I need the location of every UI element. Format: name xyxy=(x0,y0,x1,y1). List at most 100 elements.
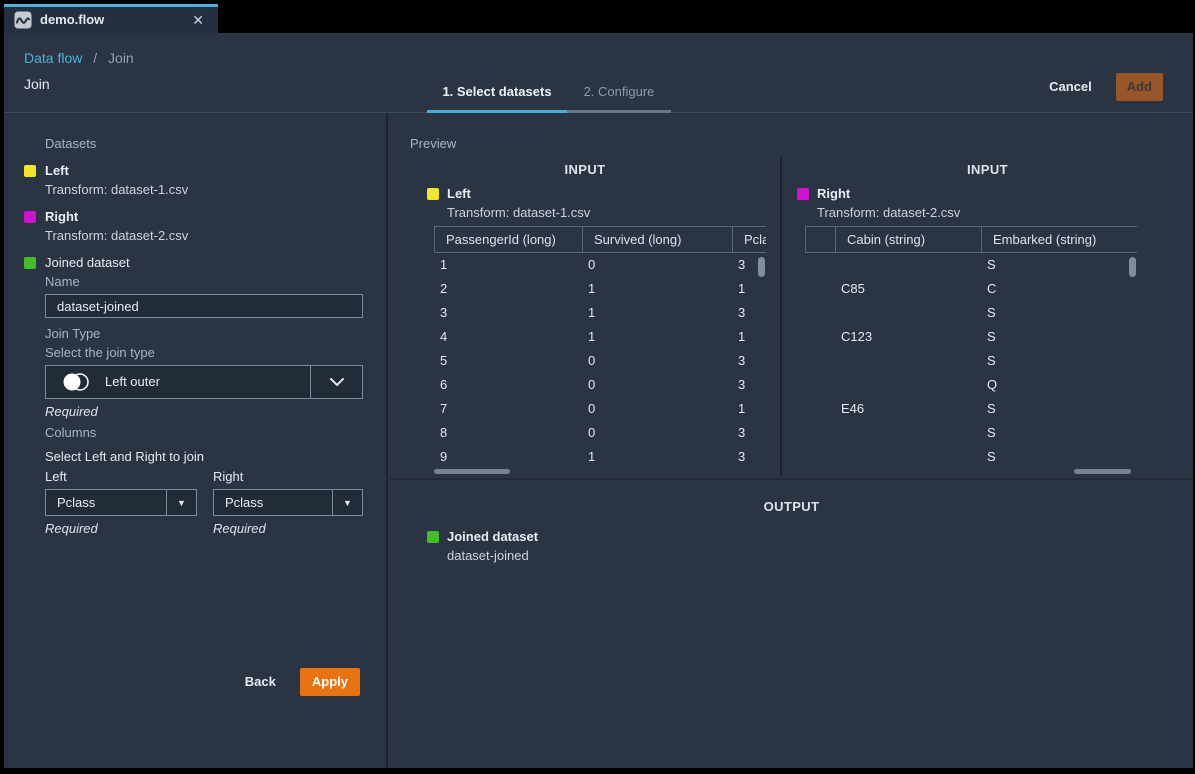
table-cell: 3 xyxy=(434,304,582,322)
table-cell: C123 xyxy=(835,328,981,346)
right-color-swatch-icon xyxy=(24,211,36,223)
dataset-left: Left xyxy=(45,162,366,180)
dropdown-triangle-icon[interactable]: ▼ xyxy=(332,490,362,515)
join-type-value: Left outer xyxy=(105,373,310,391)
table-cell: S xyxy=(981,448,1137,466)
cancel-button[interactable]: Cancel xyxy=(1049,78,1092,96)
add-button[interactable]: Add xyxy=(1116,73,1163,101)
table-cell: 1 xyxy=(582,448,732,466)
columns-section-label: Columns xyxy=(45,424,366,442)
table-row: 411 xyxy=(434,325,766,349)
back-button[interactable]: Back xyxy=(245,673,276,691)
table-cell: 1 xyxy=(732,400,766,418)
table-cell: E46 xyxy=(835,400,981,418)
close-icon[interactable]: ✕ xyxy=(192,13,204,27)
left-outer-join-venn-icon xyxy=(60,371,92,393)
table-cell: 8 xyxy=(434,424,582,442)
step-configure[interactable]: 2. Configure xyxy=(567,83,671,113)
dropdown-triangle-icon[interactable]: ▼ xyxy=(166,490,196,515)
joined-color-swatch-icon xyxy=(427,531,439,543)
breadcrumb-link-data-flow[interactable]: Data flow xyxy=(24,50,82,66)
form-footer-actions: Back Apply xyxy=(245,668,360,696)
output-header: OUTPUT xyxy=(390,498,1193,516)
table-header-cell: Survived (long) xyxy=(582,227,732,252)
horizontal-scrollbar-thumb[interactable] xyxy=(434,469,510,474)
join-type-select[interactable]: Left outer xyxy=(45,365,363,399)
breadcrumb-separator: / xyxy=(93,50,97,66)
left-column-required-label: Required xyxy=(45,520,197,538)
join-type-section-label: Join Type xyxy=(45,325,366,343)
table-cell: S xyxy=(981,352,1137,370)
table-header-cell: PassengerId (long) xyxy=(434,227,582,252)
left-join-column-value: Pclass xyxy=(46,494,166,512)
dataset-left-name: Left xyxy=(45,162,69,180)
table-row: S xyxy=(805,445,1137,469)
table-cell: 0 xyxy=(582,400,732,418)
table-row: E46S xyxy=(805,397,1137,421)
table-cell: 1 xyxy=(582,280,732,298)
left-color-swatch-icon xyxy=(427,188,439,200)
join-type-select-label: Select the join type xyxy=(45,344,366,362)
chevron-down-icon[interactable] xyxy=(310,366,362,398)
right-join-column-value: Pclass xyxy=(214,494,332,512)
vertical-scrollbar-thumb[interactable] xyxy=(1129,257,1136,277)
select-columns-label: Select Left and Right to join xyxy=(45,448,366,466)
table-header-row: PassengerId (long) Survived (long) Pclas… xyxy=(434,226,766,253)
table-row: C123S xyxy=(805,325,1137,349)
table-header-cell: Embarked (string) xyxy=(981,227,1137,252)
table-cell: 1 xyxy=(582,328,732,346)
table-cell: C xyxy=(981,280,1137,298)
table-cell: 3 xyxy=(732,448,766,466)
dataset-joined-name: Joined dataset xyxy=(45,254,130,272)
table-cell: 1 xyxy=(732,328,766,346)
table-cell: 3 xyxy=(732,352,766,370)
right-input-detail: Transform: dataset-2.csv xyxy=(817,204,1193,222)
wizard-steps: 1. Select datasets 2. Configure xyxy=(427,83,671,113)
input-section-right: INPUT Right Transform: dataset-2.csv Cab… xyxy=(780,157,1193,476)
datasets-heading: Datasets xyxy=(45,135,366,153)
tab-title: demo.flow xyxy=(40,11,192,29)
table-cell: 2 xyxy=(434,280,582,298)
vertical-scrollbar-thumb[interactable] xyxy=(758,257,765,277)
table-row: S xyxy=(805,253,1137,277)
horizontal-scrollbar-thumb[interactable] xyxy=(1074,469,1131,474)
table-header-cell: Cabin (string) xyxy=(835,227,981,252)
table-row: 701 xyxy=(434,397,766,421)
table-cell: C85 xyxy=(835,280,981,298)
table-cell: S xyxy=(981,424,1137,442)
table-cell: 9 xyxy=(434,448,582,466)
right-color-swatch-icon xyxy=(797,188,809,200)
step-select-datasets[interactable]: 1. Select datasets xyxy=(427,83,567,113)
preview-table-left: PassengerId (long) Survived (long) Pclas… xyxy=(434,226,766,476)
table-row: 603 xyxy=(434,373,766,397)
right-column-label: Right xyxy=(213,468,363,486)
left-join-column-select[interactable]: Pclass ▼ xyxy=(45,489,197,516)
breadcrumb: Data flow / Join xyxy=(24,49,134,67)
table-row: S xyxy=(805,421,1137,445)
joined-dataset-name-input[interactable] xyxy=(45,294,363,318)
preview-table-right: Cabin (string) Embarked (string) S C85C … xyxy=(805,226,1137,476)
table-row: Q xyxy=(805,373,1137,397)
table-row: 803 xyxy=(434,421,766,445)
table-cell: S xyxy=(981,328,1137,346)
output-name: Joined dataset xyxy=(447,528,538,546)
page-title: Join xyxy=(24,75,50,93)
dataset-right: Right xyxy=(45,208,366,226)
table-cell: 3 xyxy=(732,424,766,442)
right-join-column-select[interactable]: Pclass ▼ xyxy=(213,489,363,516)
input-sections: INPUT Left Transform: dataset-1.csv Pass… xyxy=(390,157,1193,480)
header-actions: Cancel Add xyxy=(1049,73,1163,101)
table-cell: S xyxy=(981,304,1137,322)
table-row: C85C xyxy=(805,277,1137,301)
table-row: 503 xyxy=(434,349,766,373)
preview-panel: Preview INPUT Left Transform: dataset-1.… xyxy=(390,113,1193,768)
dataset-left-detail: Transform: dataset-1.csv xyxy=(45,181,366,199)
tab-demo-flow[interactable]: demo.flow ✕ xyxy=(4,4,218,33)
screen: { "colors": { "accent_cyan": "#46b6d8", … xyxy=(0,0,1195,774)
table-row: 913 xyxy=(434,445,766,469)
preview-heading: Preview xyxy=(410,135,1193,153)
table-row: 313 xyxy=(434,301,766,325)
left-input-detail: Transform: dataset-1.csv xyxy=(447,204,780,222)
apply-button[interactable]: Apply xyxy=(300,668,360,696)
table-cell: 6 xyxy=(434,376,582,394)
